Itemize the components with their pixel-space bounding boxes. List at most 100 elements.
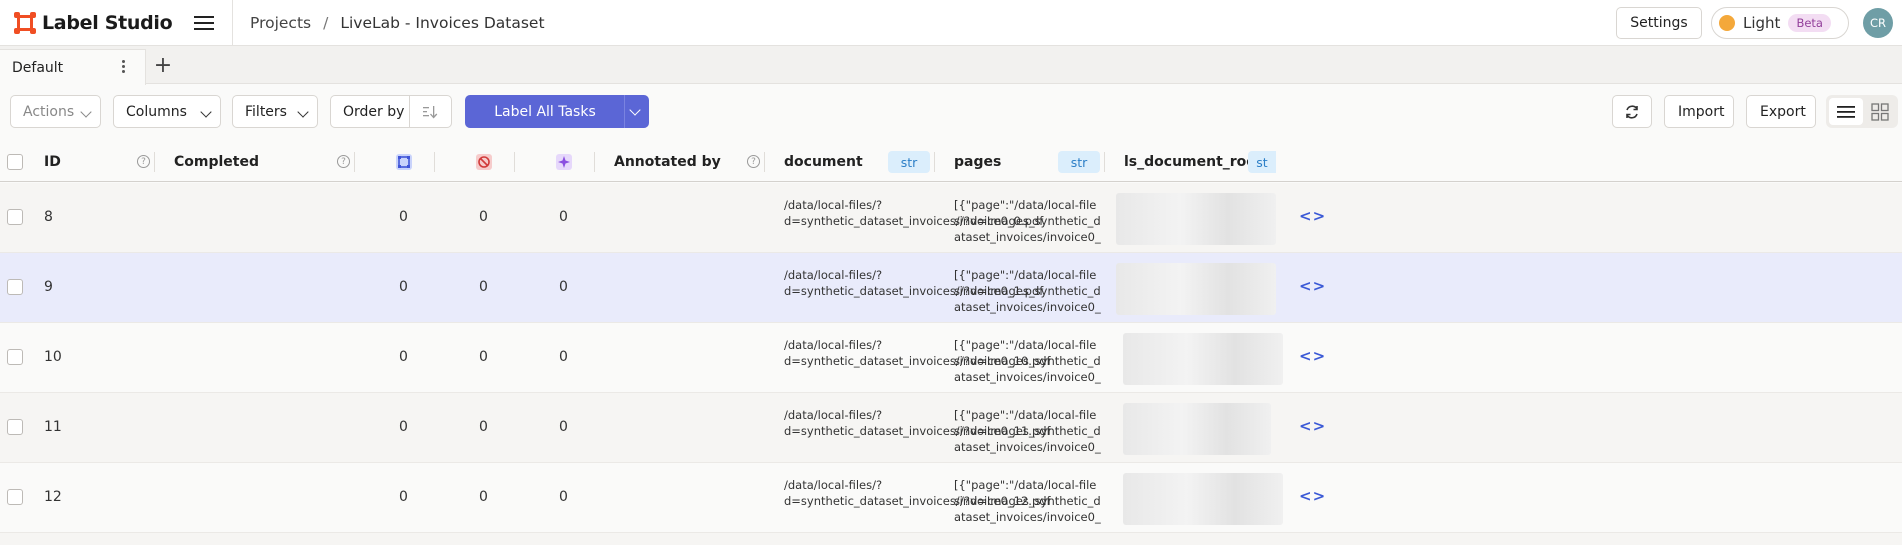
document-preview-image [1116,193,1276,245]
chevron-down-icon [80,106,92,118]
code-icon[interactable]: <> [1299,417,1326,435]
cell-document: /data/local-files/?d=synthetic_dataset_i… [784,408,1051,438]
row-checkbox[interactable] [7,279,23,295]
label-all-label: Label All Tasks [494,103,596,120]
cell-predictions: 0 [559,279,568,295]
cell-predictions: 0 [559,209,568,225]
cell-predictions: 0 [559,349,568,365]
order-by-button[interactable]: Order by [330,95,452,128]
predictions-icon[interactable] [556,154,572,170]
cell-pages: [{"page":"/data/local-files/?d=Images_sy… [954,338,1101,384]
top-navigation-bar: Label Studio Projects / LiveLab - Invoic… [0,0,1902,46]
columns-label: Columns [126,103,187,120]
theme-toggle[interactable]: Light Beta [1711,7,1849,39]
column-header-annotated-by[interactable]: Annotated by [614,142,721,182]
list-view-button[interactable] [1829,98,1863,125]
cell-total: 0 [399,489,408,505]
breadcrumb-projects[interactable]: Projects [250,14,311,32]
cell-id: 9 [44,279,53,295]
cancelled-annotations-icon[interactable] [476,154,492,170]
code-icon[interactable]: <> [1299,207,1326,225]
column-header-completed[interactable]: Completed [174,142,259,182]
help-icon[interactable]: ? [137,155,150,168]
total-annotations-icon[interactable] [396,154,412,170]
table-row[interactable]: 9 0 0 0 /data/local-files/?d=synthetic_d… [0,253,1902,323]
cell-cancelled: 0 [479,349,488,365]
type-badge: st [1248,151,1276,173]
cell-document: /data/local-files/?d=synthetic_dataset_i… [784,338,1051,368]
table-row[interactable]: 11 0 0 0 /data/local-files/?d=synthetic_… [0,393,1902,463]
table-row[interactable]: 10 0 0 0 /data/local-files/?d=synthetic_… [0,323,1902,393]
row-checkbox[interactable] [7,209,23,225]
cell-pages: [{"page":"/data/local-files/?d=Images_sy… [954,478,1101,524]
table-row[interactable]: 12 0 0 0 /data/local-files/?d=synthetic_… [0,463,1902,533]
main-menu-button[interactable] [175,0,233,46]
row-checkbox[interactable] [7,349,23,365]
cell-id: 12 [44,489,62,505]
table-header: ID ? Completed ? Annotated by ? document… [0,142,1902,182]
row-checkbox[interactable] [7,489,23,505]
view-toggle [1826,95,1898,128]
help-icon[interactable]: ? [747,155,760,168]
refresh-icon [1626,104,1638,119]
cell-document: /data/local-files/?d=synthetic_dataset_i… [784,268,1044,298]
document-preview-image [1123,333,1283,385]
refresh-button[interactable] [1612,95,1652,128]
tab-menu-icon[interactable] [122,60,125,73]
tab-default[interactable]: Default [0,49,146,85]
cell-cancelled: 0 [479,419,488,435]
row-checkbox[interactable] [7,419,23,435]
column-header-id[interactable]: ID [44,142,61,182]
cell-total: 0 [399,279,408,295]
help-icon[interactable]: ? [337,155,350,168]
data-manager-toolbar: Actions Columns Filters Order by Label A… [0,84,1902,142]
cell-total: 0 [399,419,408,435]
add-tab-button[interactable]: + [151,53,175,78]
theme-label: Light [1743,14,1781,32]
beta-badge: Beta [1788,14,1831,32]
cell-predictions: 0 [559,489,568,505]
code-icon[interactable]: <> [1299,487,1326,505]
cell-cancelled: 0 [479,489,488,505]
chevron-down-icon [297,106,309,118]
hamburger-icon [193,15,214,30]
export-button[interactable]: Export [1746,95,1816,128]
grid-view-button[interactable] [1865,98,1895,125]
code-icon[interactable]: <> [1299,277,1326,295]
sort-order-icon[interactable] [422,105,438,119]
chevron-down-icon[interactable] [629,104,641,116]
order-by-label: Order by [343,103,405,120]
code-icon[interactable]: <> [1299,347,1326,365]
table-row[interactable]: 8 0 0 0 /data/local-files/?d=synthetic_d… [0,183,1902,253]
actions-button[interactable]: Actions [10,95,101,128]
settings-button[interactable]: Settings [1616,7,1702,39]
breadcrumb: Projects / LiveLab - Invoices Dataset [233,14,545,32]
cell-id: 10 [44,349,62,365]
column-header-pages[interactable]: pages [954,142,1001,182]
filters-label: Filters [245,103,287,120]
logo-icon [14,11,36,34]
sun-icon [1719,15,1735,31]
app-name: Label Studio [42,11,173,34]
breadcrumb-separator: / [323,13,329,32]
select-all-checkbox[interactable] [7,154,23,170]
cell-pages: [{"page":"/data/local-files/?d=Images_sy… [954,198,1101,244]
column-header-ls-document-root[interactable]: ls_document_root [1124,142,1263,182]
actions-label: Actions [23,103,75,120]
column-header-document[interactable]: document [784,142,863,182]
import-button[interactable]: Import [1664,95,1734,128]
cell-id: 11 [44,419,62,435]
avatar[interactable]: CR [1863,8,1893,38]
breadcrumb-project[interactable]: LiveLab - Invoices Dataset [340,14,544,32]
filters-button[interactable]: Filters [232,95,318,128]
list-icon [1837,105,1855,118]
columns-button[interactable]: Columns [113,95,221,128]
app-logo[interactable]: Label Studio [0,11,175,34]
cell-document: /data/local-files/?d=synthetic_dataset_i… [784,198,1044,228]
label-all-tasks-button[interactable]: Label All Tasks [465,95,649,128]
document-preview-image [1123,473,1283,525]
type-badge: str [888,151,930,173]
document-preview-image [1116,263,1276,315]
table-row-partial [0,533,1902,545]
cell-total: 0 [399,209,408,225]
